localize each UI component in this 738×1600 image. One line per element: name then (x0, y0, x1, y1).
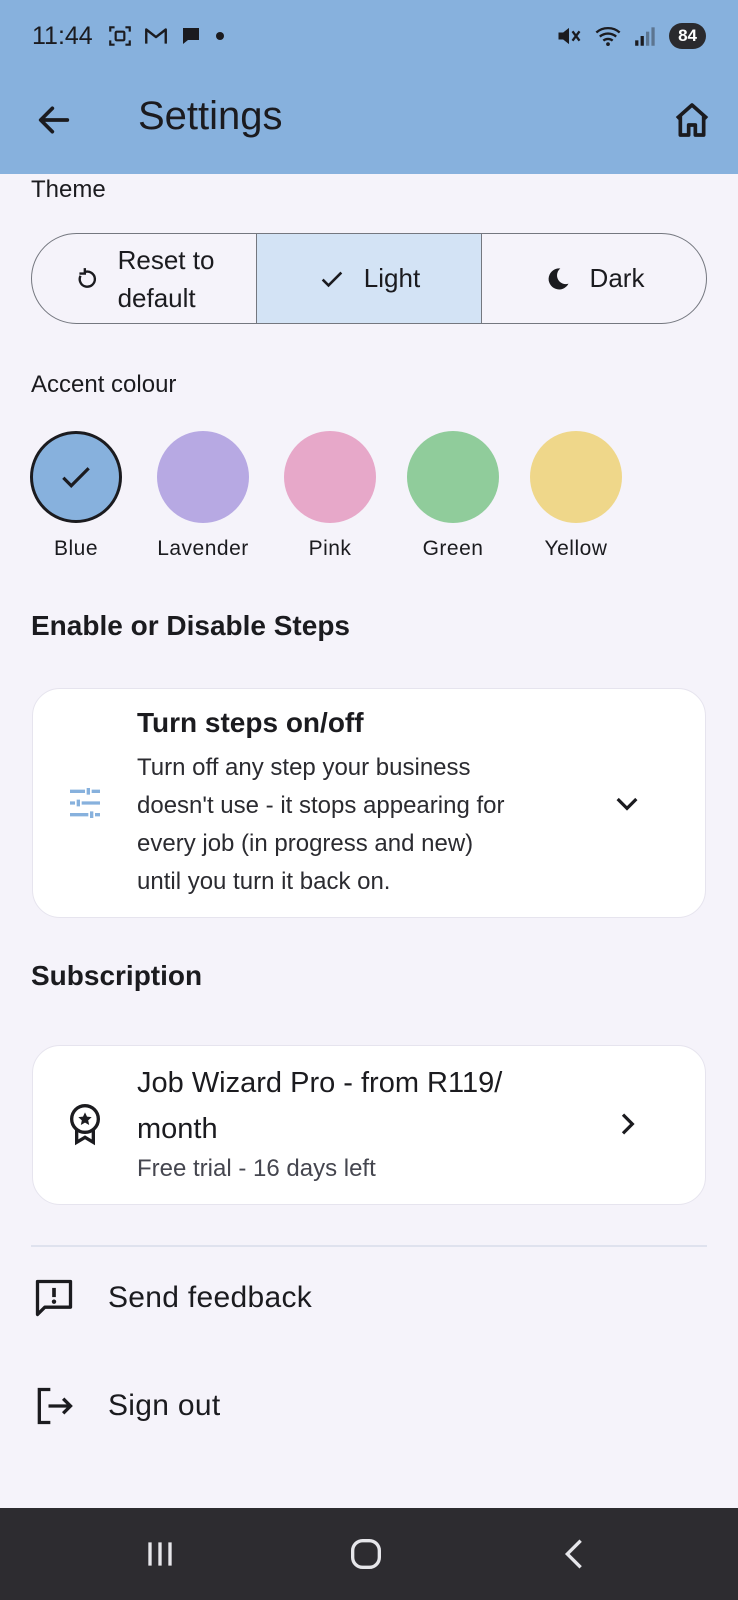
steps-card[interactable]: Turn steps on/off Turn off any step your… (32, 688, 706, 918)
theme-option-dark[interactable]: Dark (482, 234, 706, 323)
chevron-down-icon[interactable] (611, 787, 643, 819)
sign-out-label: Sign out (108, 1389, 221, 1422)
swatch-yellow-label: Yellow (544, 537, 608, 560)
theme-segmented-control: Reset to default Light Dark (31, 233, 707, 324)
back-button-icon[interactable] (554, 1534, 594, 1574)
home-icon[interactable] (672, 100, 712, 140)
theme-option-dark-label: Dark (589, 263, 645, 293)
home-button-icon[interactable] (346, 1534, 386, 1574)
divider (31, 1245, 707, 1247)
subscription-card[interactable]: Job Wizard Pro - from R119/ month Free t… (32, 1045, 706, 1205)
send-feedback-label: Send feedback (108, 1281, 313, 1314)
dot-icon (215, 32, 224, 40)
feedback-icon (35, 1279, 73, 1317)
theme-label: Theme (31, 176, 106, 203)
theme-option-light-label: Light (363, 263, 421, 293)
battery-level: 84 (669, 23, 706, 49)
steps-card-body-line: doesn't use - it stops appearing for (137, 792, 505, 819)
send-feedback-row[interactable]: Send feedback (32, 1268, 706, 1328)
reset-icon (78, 267, 96, 288)
page-title: Settings (138, 94, 283, 138)
swatch-yellow[interactable]: Yellow (514, 431, 638, 561)
steps-card-title: Turn steps on/off (137, 707, 364, 738)
signal-icon (635, 27, 655, 46)
steps-heading: Enable or Disable Steps (31, 610, 350, 641)
status-time: 11:44 (32, 21, 93, 50)
subscription-title-line2: month (137, 1113, 218, 1145)
status-notification-icons (107, 23, 227, 49)
swatch-blue-dot (30, 431, 122, 523)
moon-icon (548, 267, 569, 289)
accent-colour-label: Accent colour (31, 371, 177, 398)
recent-apps-icon[interactable] (140, 1534, 180, 1574)
swatch-green-label: Green (422, 537, 484, 560)
gmail-icon (144, 28, 167, 44)
theme-option-reset-line2: default (117, 282, 196, 313)
theme-option-reset-label: Reset to default (118, 241, 215, 317)
arrow-left-icon[interactable] (34, 100, 74, 140)
subscription-subtitle: Free trial - 16 days left (137, 1155, 376, 1182)
tune-icon (70, 788, 100, 818)
swatch-blue[interactable]: Blue (14, 431, 138, 561)
check-icon (62, 467, 90, 488)
status-bar: 11:44 84 (0, 0, 738, 72)
subscription-heading: Subscription (31, 960, 203, 991)
status-system-icons: 84 (555, 22, 706, 50)
swatch-pink-dot (284, 431, 376, 523)
steps-card-body: Turn off any step your business doesn't … (137, 749, 504, 901)
subscription-title: Job Wizard Pro - from R119/ month (137, 1060, 502, 1152)
steps-card-body-line: every job (in progress and new) (137, 830, 474, 857)
swatch-yellow-dot (530, 431, 622, 523)
settings-content: Theme Reset to default Light Dark Accent (0, 174, 738, 1508)
sign-out-row[interactable]: Sign out (32, 1376, 706, 1436)
mute-icon (558, 27, 581, 45)
swatch-pink[interactable]: Pink (268, 431, 392, 561)
steps-card-body-line: until you turn it back on. (137, 868, 391, 895)
theme-option-reset[interactable]: Reset to default (32, 234, 257, 323)
accent-swatches: Blue Lavender Pink Green Yellow (30, 431, 670, 561)
swatch-lavender-label: Lavender (157, 537, 249, 560)
top-bar: 11:44 84 Settings (0, 0, 738, 174)
check-icon (321, 271, 343, 287)
steps-card-body-line: Turn off any step your business (137, 754, 471, 781)
award-icon (70, 1104, 100, 1146)
app-bar: Settings (0, 80, 738, 160)
chevron-right-icon (621, 1113, 635, 1135)
logout-icon (37, 1387, 73, 1425)
system-nav-bar (0, 1508, 738, 1600)
theme-option-reset-line1: Reset to (117, 244, 215, 275)
subscription-title-line1: Job Wizard Pro - from R119/ (137, 1067, 503, 1099)
screenshot-icon (108, 26, 131, 46)
swatch-lavender[interactable]: Lavender (141, 431, 265, 561)
chat-icon (182, 28, 199, 44)
swatch-green[interactable]: Green (391, 431, 515, 561)
swatch-lavender-dot (157, 431, 249, 523)
wifi-icon (595, 26, 621, 47)
theme-option-light[interactable]: Light (257, 234, 482, 323)
swatch-blue-label: Blue (53, 537, 99, 560)
swatch-green-dot (407, 431, 499, 523)
swatch-pink-label: Pink (308, 537, 352, 560)
